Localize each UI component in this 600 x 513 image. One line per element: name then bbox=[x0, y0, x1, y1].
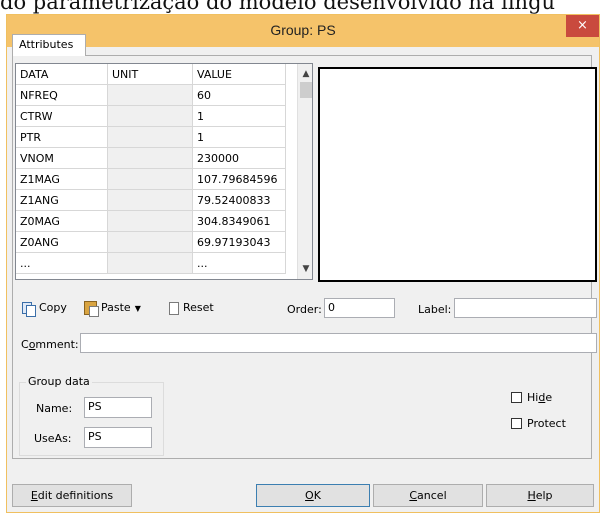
unit-cell[interactable] bbox=[107, 231, 193, 253]
unit-cell[interactable] bbox=[107, 126, 193, 148]
attributes-grid: DATA UNIT VALUE NFREQ 60 CTRW 1 PTR 1 VN… bbox=[15, 63, 313, 280]
scroll-up-arrow-icon[interactable]: ▲ bbox=[298, 66, 312, 82]
value-cell[interactable]: 79.52400833 bbox=[192, 189, 286, 211]
value-cell[interactable]: 69.97193043 bbox=[192, 231, 286, 253]
scroll-thumb[interactable] bbox=[300, 82, 312, 98]
data-cell[interactable]: CTRW bbox=[16, 105, 108, 127]
order-input[interactable]: 0 bbox=[324, 298, 395, 318]
unit-cell[interactable] bbox=[107, 84, 193, 106]
column-header-data[interactable]: DATA bbox=[16, 64, 108, 85]
paste-button[interactable]: Paste ▼ bbox=[84, 301, 141, 317]
value-cell[interactable]: ... bbox=[192, 252, 286, 274]
unit-cell[interactable] bbox=[107, 210, 193, 232]
cancel-button[interactable]: Cancel bbox=[373, 484, 483, 507]
table-row[interactable]: Z1ANG 79.52400833 bbox=[16, 189, 286, 211]
data-cell[interactable]: ... bbox=[16, 252, 108, 274]
paste-label: Paste bbox=[101, 301, 131, 314]
window-title: Group: PS bbox=[270, 22, 336, 38]
comment-label: Comment: bbox=[21, 338, 79, 351]
copy-button[interactable]: Copy bbox=[22, 301, 67, 317]
clipboard-icon bbox=[84, 301, 99, 317]
value-cell[interactable]: 230000 bbox=[192, 147, 286, 169]
table-row[interactable]: Z0MAG 304.8349061 bbox=[16, 210, 286, 232]
table-row[interactable]: PTR 1 bbox=[16, 126, 286, 148]
reset-label: Reset bbox=[183, 301, 214, 314]
ok-button[interactable]: OK bbox=[256, 484, 370, 507]
group-preview-canvas bbox=[318, 67, 597, 282]
table-row[interactable]: Z1MAG 107.79684596 bbox=[16, 168, 286, 190]
data-cell[interactable]: Z1MAG bbox=[16, 168, 108, 190]
value-cell[interactable]: 107.79684596 bbox=[192, 168, 286, 190]
document-icon bbox=[169, 301, 179, 315]
group-data-legend: Group data bbox=[26, 375, 92, 388]
value-cell[interactable]: 1 bbox=[192, 126, 286, 148]
help-button[interactable]: Help bbox=[486, 484, 594, 507]
useas-label: UseAs: bbox=[34, 432, 72, 445]
unit-cell[interactable] bbox=[107, 105, 193, 127]
data-cell[interactable]: VNOM bbox=[16, 147, 108, 169]
reset-button[interactable]: Reset bbox=[169, 301, 214, 317]
data-cell[interactable]: PTR bbox=[16, 126, 108, 148]
copy-icon bbox=[22, 301, 36, 317]
background-document-caption: do parametrização do modelo desenvolvido… bbox=[0, 0, 556, 14]
table-row[interactable]: CTRW 1 bbox=[16, 105, 286, 127]
data-cell[interactable]: Z1ANG bbox=[16, 189, 108, 211]
title-bar[interactable]: Group: PS × bbox=[7, 15, 599, 47]
column-header-unit[interactable]: UNIT bbox=[107, 64, 193, 85]
unit-cell[interactable] bbox=[107, 147, 193, 169]
protect-label[interactable]: Protect bbox=[527, 417, 566, 430]
table-row[interactable]: Z0ANG 69.97193043 bbox=[16, 231, 286, 253]
data-cell[interactable]: Z0MAG bbox=[16, 210, 108, 232]
value-cell[interactable]: 1 bbox=[192, 105, 286, 127]
order-label: Order: bbox=[287, 303, 322, 316]
close-button[interactable]: × bbox=[566, 15, 599, 37]
protect-checkbox[interactable] bbox=[511, 418, 522, 429]
edit-definitions-button[interactable]: Edit definitions bbox=[12, 484, 132, 507]
attributes-table: DATA UNIT VALUE NFREQ 60 CTRW 1 PTR 1 VN… bbox=[16, 64, 286, 274]
data-cell[interactable]: Z0ANG bbox=[16, 231, 108, 253]
unit-cell[interactable] bbox=[107, 168, 193, 190]
tab-attributes[interactable]: Attributes bbox=[12, 34, 86, 56]
paste-dropdown-caret-icon[interactable]: ▼ bbox=[135, 304, 141, 313]
label-input[interactable] bbox=[454, 298, 597, 318]
unit-cell[interactable] bbox=[107, 189, 193, 211]
comment-input[interactable] bbox=[80, 333, 597, 353]
scroll-down-arrow-icon[interactable]: ▼ bbox=[298, 261, 312, 277]
label-field-label: Label: bbox=[418, 303, 452, 316]
copy-label: Copy bbox=[39, 301, 67, 314]
table-row[interactable]: VNOM 230000 bbox=[16, 147, 286, 169]
name-input[interactable]: PS bbox=[84, 397, 152, 418]
unit-cell[interactable] bbox=[107, 252, 193, 274]
hide-checkbox[interactable] bbox=[511, 392, 522, 403]
column-header-value[interactable]: VALUE bbox=[192, 64, 286, 85]
value-cell[interactable]: 304.8349061 bbox=[192, 210, 286, 232]
table-row[interactable]: NFREQ 60 bbox=[16, 84, 286, 106]
table-row[interactable]: ... ... bbox=[16, 252, 286, 274]
hide-label[interactable]: Hide bbox=[527, 391, 552, 404]
useas-input[interactable]: PS bbox=[84, 427, 152, 448]
data-cell[interactable]: NFREQ bbox=[16, 84, 108, 106]
value-cell[interactable]: 60 bbox=[192, 84, 286, 106]
grid-vertical-scrollbar[interactable]: ▲ ▼ bbox=[297, 64, 312, 279]
name-label: Name: bbox=[36, 402, 73, 415]
table-header-row: DATA UNIT VALUE bbox=[16, 64, 286, 85]
